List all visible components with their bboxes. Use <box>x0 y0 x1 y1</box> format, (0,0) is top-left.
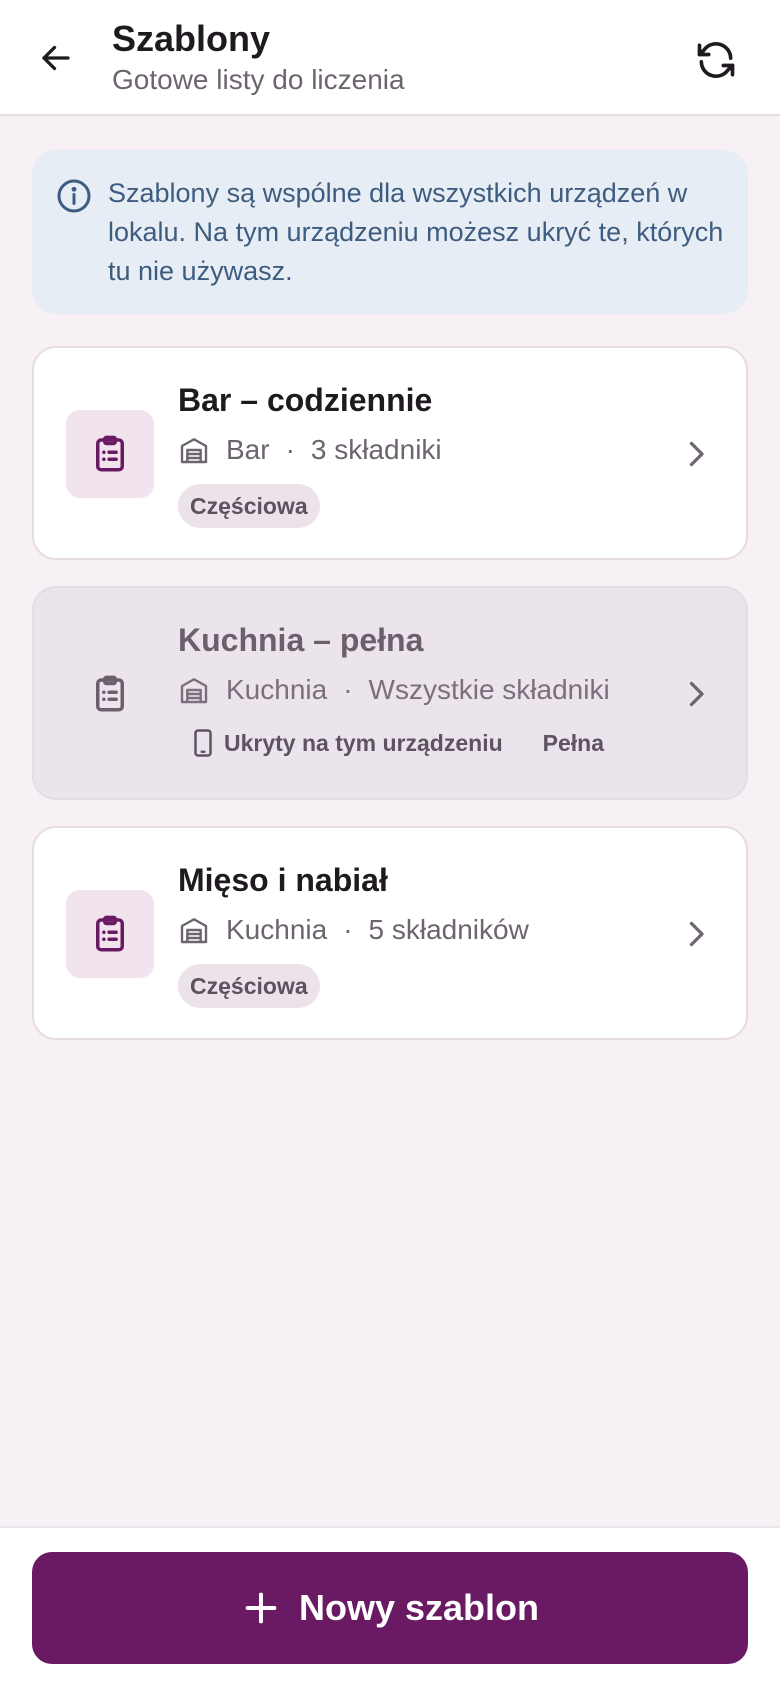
chevron-right-icon <box>689 681 704 707</box>
storage-icon <box>178 434 210 466</box>
template-location: Kuchnia <box>226 674 328 705</box>
refresh-icon <box>697 42 735 78</box>
separator-dot: · <box>343 914 353 945</box>
page-subtitle: Gotowe listy do liczenia <box>112 64 405 95</box>
template-item-count: 5 składników <box>368 914 529 945</box>
template-title: Kuchnia – pełna <box>178 622 424 658</box>
template-card[interactable]: Mięso i nabiał Kuchnia · 5 składników Cz… <box>32 826 748 1040</box>
clipboard-list-icon <box>96 915 124 952</box>
chevron-right-icon <box>689 441 704 467</box>
info-text: Szablony są wspólne dla wszystkich urząd… <box>108 178 724 286</box>
bottom-action-bar: Nowy szablon <box>0 1526 780 1688</box>
phone-icon <box>194 729 212 757</box>
hidden-on-device-label: Ukryty na tym urządzeniu <box>224 729 503 756</box>
template-title: Bar – codziennie <box>178 382 433 418</box>
separator-dot: · <box>343 674 353 705</box>
template-card[interactable]: Bar – codziennie Bar · 3 składniki Częśc… <box>32 346 748 560</box>
hidden-status-row: Ukryty na tym urządzeniu Pełna <box>192 728 604 758</box>
storage-icon <box>178 674 210 706</box>
template-type-badge: Częściowa <box>178 484 320 528</box>
storage-icon <box>178 914 210 946</box>
new-template-button[interactable]: Nowy szablon <box>32 1552 748 1664</box>
template-meta: Kuchnia · 5 składników <box>178 912 529 948</box>
arrow-left-icon <box>42 45 70 71</box>
template-type-badge: Częściowa <box>178 964 320 1008</box>
template-icon-tile <box>66 410 154 498</box>
clipboard-list-icon <box>96 435 124 472</box>
plus-icon <box>245 1592 277 1624</box>
template-location: Bar <box>226 434 270 465</box>
top-app-bar: Szablony Gotowe listy do liczenia <box>0 0 780 116</box>
back-button[interactable] <box>30 32 82 84</box>
template-item-count: 3 składniki <box>310 434 442 465</box>
template-meta: Kuchnia · Wszystkie składniki <box>178 672 610 708</box>
chevron-right-icon <box>689 921 704 947</box>
template-location: Kuchnia <box>226 914 328 945</box>
info-icon <box>57 179 91 213</box>
template-icon-tile <box>66 890 154 978</box>
page-title: Szablony <box>112 18 271 59</box>
template-title: Mięso i nabiał <box>178 862 388 898</box>
template-meta: Bar · 3 składniki <box>178 432 442 468</box>
template-icon-tile <box>66 650 154 738</box>
refresh-button[interactable] <box>688 32 744 88</box>
clipboard-list-icon <box>96 675 124 712</box>
template-item-count: Wszystkie składniki <box>368 674 610 705</box>
separator-dot: · <box>285 434 295 465</box>
template-type-label: Pełna <box>542 729 605 756</box>
template-card-hidden[interactable]: Kuchnia – pełna Kuchnia · Wszystkie skła… <box>32 586 748 800</box>
info-banner: Szablony są wspólne dla wszystkich urząd… <box>32 150 748 314</box>
new-template-label: Nowy szablon <box>298 1587 540 1628</box>
